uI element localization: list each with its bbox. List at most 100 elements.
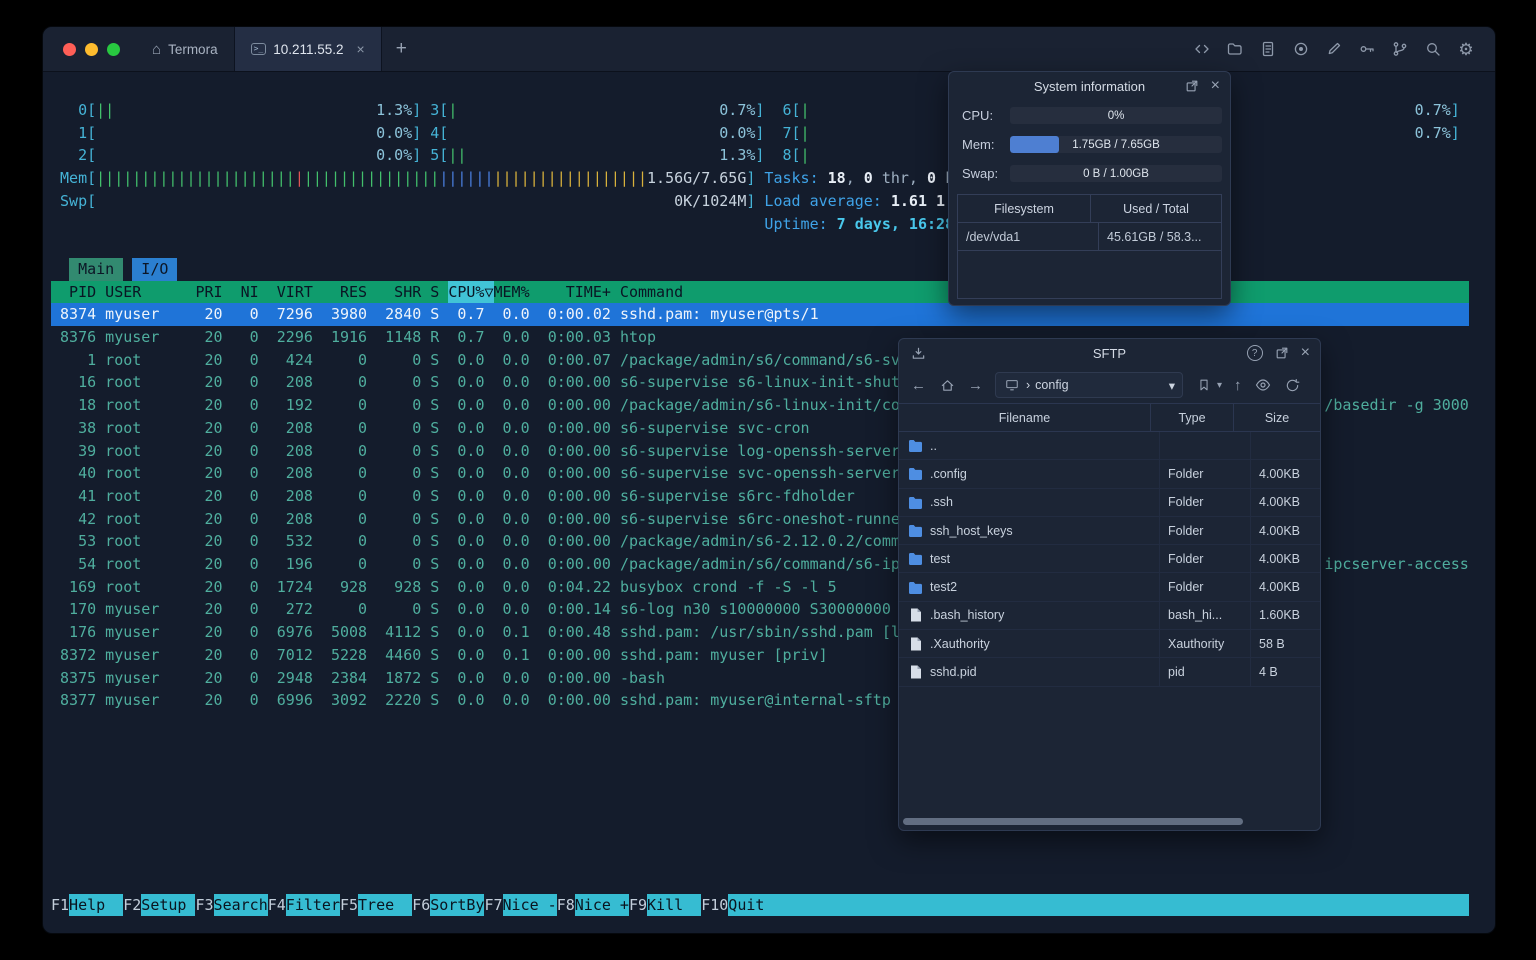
transfers-download-icon[interactable] bbox=[909, 344, 927, 362]
sftp-file-row[interactable]: sshd.pid pid 4 B bbox=[899, 658, 1320, 687]
forward-icon[interactable]: → bbox=[968, 378, 983, 393]
edit-icon[interactable] bbox=[1325, 40, 1343, 58]
fkey-quit[interactable]: Quit bbox=[728, 893, 1469, 917]
terminal-text: ] bbox=[755, 146, 765, 165]
usage-bar: 0% bbox=[1010, 107, 1222, 124]
panel-header: SFTP ? × bbox=[899, 339, 1320, 367]
htop-header-line: 2[0.0%] 5[|| 1.3%] 8[| bbox=[51, 144, 1487, 167]
sort-column-cpu[interactable]: CPU%▽ bbox=[448, 280, 494, 304]
filesystem-table: Filesystem Used / Total /dev/vda1 45.61G… bbox=[957, 194, 1222, 299]
back-icon[interactable]: ← bbox=[911, 378, 926, 393]
fkey-nice-[interactable]: Nice + bbox=[574, 893, 629, 917]
filesystem-row[interactable]: /dev/vda1 45.61GB / 58.3... bbox=[958, 223, 1221, 251]
file-type: Xauthority bbox=[1160, 630, 1251, 658]
sftp-file-row[interactable]: ssh_host_keys Folder 4.00KB bbox=[899, 516, 1320, 546]
sftp-file-row[interactable]: test Folder 4.00KB bbox=[899, 545, 1320, 574]
filesystem-column-header: Filesystem bbox=[958, 195, 1091, 222]
search-icon[interactable] bbox=[1424, 40, 1442, 58]
folder-icon bbox=[908, 552, 923, 566]
fkey-search[interactable]: Search bbox=[213, 893, 268, 917]
file-name: .. bbox=[930, 438, 937, 453]
terminal-text: 0[ bbox=[78, 101, 97, 119]
close-icon[interactable]: × bbox=[1211, 78, 1220, 94]
terminal-text: 2[ bbox=[78, 146, 97, 165]
fkey-tree[interactable]: Tree bbox=[358, 893, 413, 917]
filesystem-table-header: Filesystem Used / Total bbox=[958, 195, 1221, 223]
fkey-kill[interactable]: Kill bbox=[647, 893, 702, 917]
path-breadcrumb[interactable]: › config ▾ bbox=[995, 372, 1183, 398]
sftp-file-row[interactable]: .Xauthority Xauthority 58 B bbox=[899, 630, 1320, 659]
record-icon[interactable] bbox=[1292, 40, 1310, 58]
htop-table-header: PID USER PRI NI VIRT RES SHR S CPU%▽ MEM%… bbox=[51, 280, 1487, 304]
file-type: Folder bbox=[1160, 516, 1251, 545]
help-icon[interactable]: ? bbox=[1246, 345, 1263, 361]
terminal-text: ||||||||||||||||| bbox=[493, 169, 648, 188]
close-window-button[interactable] bbox=[63, 42, 76, 56]
type-column-header[interactable]: Type bbox=[1151, 404, 1234, 431]
new-tab-button[interactable]: + bbox=[382, 27, 421, 71]
scrollbar-thumb[interactable] bbox=[903, 818, 1243, 825]
fkey-setup[interactable]: Setup bbox=[141, 893, 196, 917]
file-name: .config bbox=[930, 466, 967, 481]
terminal-text: 0 bbox=[926, 169, 936, 188]
file-type: Folder bbox=[1160, 488, 1251, 516]
session-log-icon[interactable] bbox=[1259, 40, 1277, 58]
sftp-file-list: .. .config Folder 4.00KB .ssh Folder 4.00KB ssh… bbox=[899, 432, 1320, 687]
code-icon[interactable] bbox=[1193, 40, 1211, 58]
sftp-file-row[interactable]: .bash_history bash_hi... 1.60KB bbox=[899, 601, 1320, 631]
terminal-text: 7[ bbox=[782, 123, 801, 142]
show-hidden-eye-icon[interactable] bbox=[1254, 376, 1272, 394]
fkey-help[interactable]: Help bbox=[69, 893, 124, 917]
horizontal-scrollbar[interactable] bbox=[901, 817, 1318, 827]
fkey-number: F3 bbox=[195, 895, 214, 914]
home-icon[interactable] bbox=[938, 376, 956, 394]
git-branch-icon[interactable] bbox=[1391, 40, 1409, 58]
size-column-header[interactable]: Size bbox=[1234, 404, 1320, 431]
terminal-text: Load average: bbox=[764, 191, 891, 210]
file-name: test2 bbox=[930, 580, 958, 595]
fkey-number: F4 bbox=[267, 895, 286, 914]
terminal-icon: >_ bbox=[250, 43, 267, 55]
open-in-window-icon[interactable] bbox=[1183, 77, 1201, 95]
meter-label: CPU: bbox=[962, 108, 994, 123]
minimize-window-button[interactable] bbox=[85, 42, 98, 56]
tab-host-10-211-55-2[interactable]: >_ 10.211.55.2 × bbox=[233, 27, 382, 71]
screen-tab-main[interactable]: Main bbox=[69, 257, 124, 281]
parent-directory-icon[interactable]: ↑ bbox=[1234, 378, 1242, 393]
usage-text: 1.75GB / 7.65GB bbox=[1072, 138, 1160, 151]
bookmark-icon[interactable] bbox=[1195, 376, 1213, 394]
current-folder[interactable]: config bbox=[1035, 378, 1068, 392]
sftp-file-row[interactable]: .. bbox=[899, 432, 1320, 461]
sftp-file-row[interactable]: .ssh Folder 4.00KB bbox=[899, 488, 1320, 517]
terminal-text: Mem[ bbox=[60, 169, 97, 188]
terminal-text: 0K/1024M bbox=[674, 191, 747, 210]
filename-column-header[interactable]: Filename bbox=[899, 404, 1151, 431]
terminal-text: 3[ bbox=[430, 101, 449, 119]
file-size: 1.60KB bbox=[1259, 608, 1301, 623]
folder-icon bbox=[908, 439, 923, 453]
settings-icon[interactable]: ⚙ bbox=[1457, 40, 1475, 58]
fkey-filter[interactable]: Filter bbox=[285, 893, 340, 917]
process-row-selected[interactable]: 8374 myuser 20 0 7296 3980 2840 S 0.7 0.… bbox=[51, 303, 1469, 326]
sftp-file-row[interactable]: .config Folder 4.00KB bbox=[899, 460, 1320, 489]
sftp-file-row[interactable]: test2 Folder 4.00KB bbox=[899, 573, 1320, 602]
open-in-window-icon[interactable] bbox=[1273, 344, 1291, 362]
file-type: Folder bbox=[1160, 545, 1251, 573]
window-controls bbox=[43, 27, 136, 71]
close-icon[interactable]: × bbox=[1301, 345, 1310, 361]
zoom-window-button[interactable] bbox=[107, 42, 120, 56]
file-name: test bbox=[930, 551, 951, 566]
tab-termora[interactable]: ⌂ Termora bbox=[136, 27, 234, 71]
fkey-sortby[interactable]: SortBy bbox=[430, 893, 485, 917]
table-header[interactable]: PID USER PRI NI VIRT RES SHR S bbox=[51, 280, 449, 304]
bookmark-dropdown-icon[interactable]: ▾ bbox=[1217, 380, 1222, 391]
usage-text: 0% bbox=[1107, 109, 1125, 122]
folder-icon[interactable] bbox=[1226, 40, 1244, 58]
screen-tab-io[interactable]: I/O bbox=[132, 257, 178, 281]
fkey-nice-[interactable]: Nice - bbox=[502, 893, 557, 917]
refresh-icon[interactable] bbox=[1284, 376, 1302, 394]
key-icon[interactable] bbox=[1358, 40, 1376, 58]
file-icon bbox=[908, 637, 923, 651]
close-tab-icon[interactable]: × bbox=[357, 41, 365, 57]
chevron-down-icon[interactable]: ▾ bbox=[1169, 378, 1175, 393]
